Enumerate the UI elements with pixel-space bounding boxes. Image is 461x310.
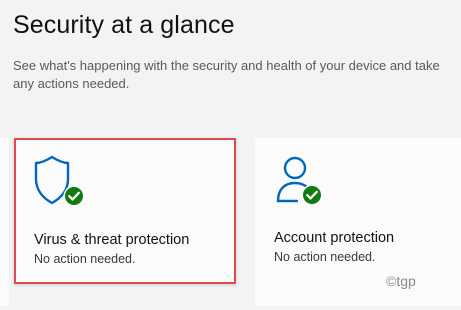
tile-virus-status: No action needed.	[34, 252, 136, 266]
tile-partial-left[interactable]	[0, 138, 9, 306]
check-badge-icon	[301, 184, 323, 206]
page-subtitle: See what's happening with the security a…	[13, 58, 440, 91]
tile-account-status: No action needed.	[274, 250, 376, 264]
tile-virus-title: Virus & threat protection	[34, 232, 190, 248]
tile-virus-threat-protection[interactable]: Virus & threat protection No action need…	[14, 138, 236, 284]
watermark: ©tgp	[386, 273, 416, 289]
tile-account-protection[interactable]: Account protection No action needed.	[255, 138, 461, 306]
check-badge-icon	[63, 185, 85, 207]
tile-account-title: Account protection	[274, 230, 395, 246]
person-icon	[276, 156, 323, 206]
shield-icon	[34, 155, 85, 207]
page-title: Security at a glance	[13, 11, 235, 39]
